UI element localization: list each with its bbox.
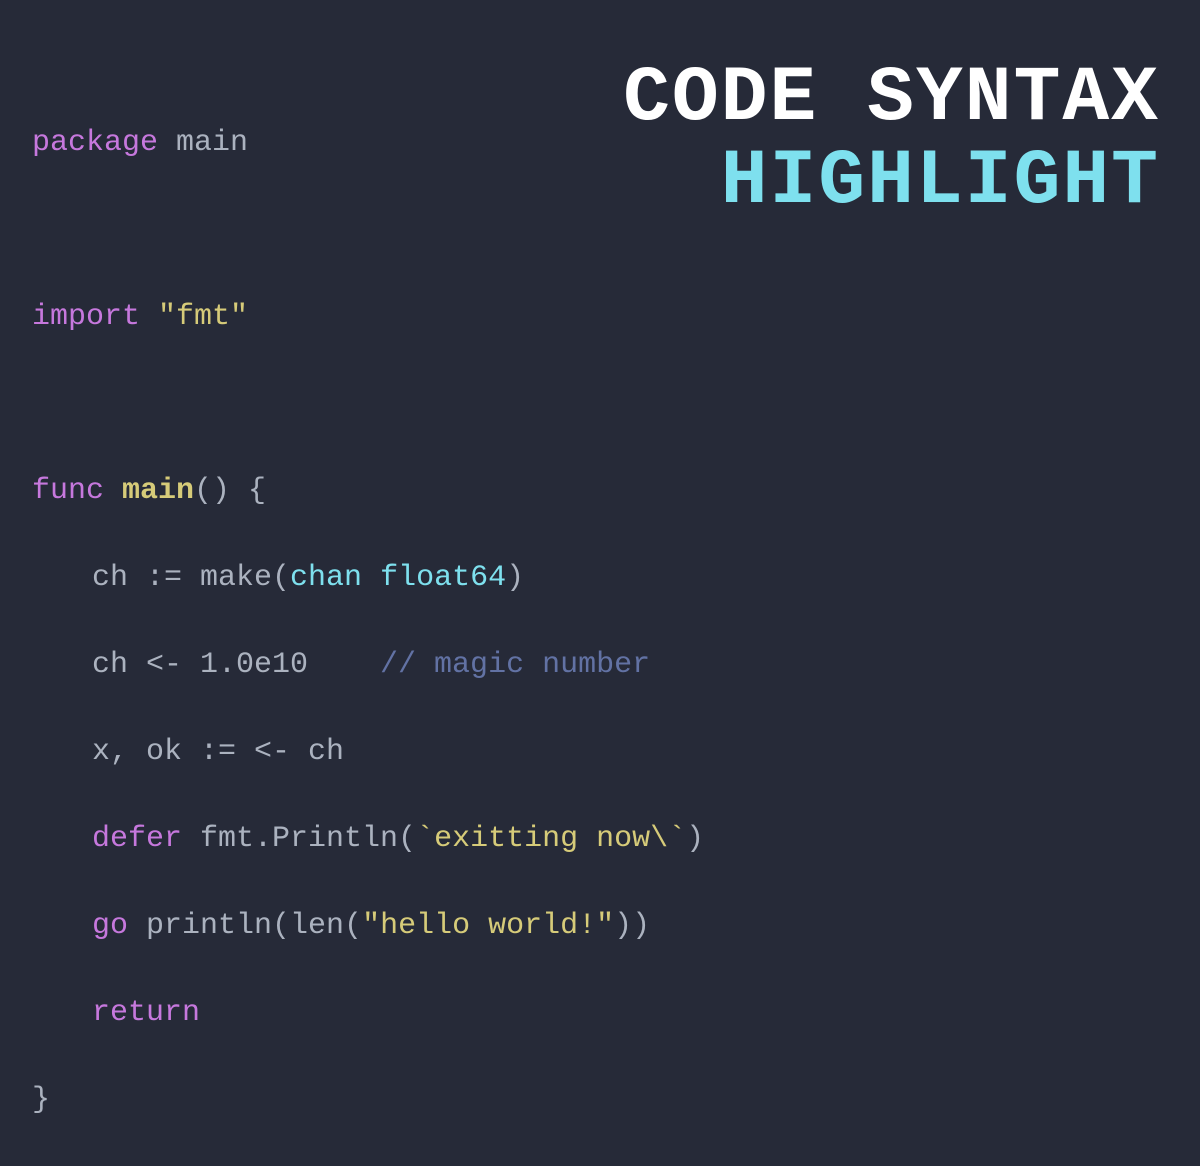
keyword-defer: defer — [92, 822, 182, 856]
code-line-3: func main() { — [32, 470, 704, 514]
code-text: ch <- 1.0e10 — [92, 648, 380, 682]
close-paren: ) — [506, 561, 524, 595]
identifier-main: main — [176, 126, 248, 160]
close-brace: } — [32, 1083, 50, 1117]
space — [158, 126, 176, 160]
keyword-import: import — [32, 300, 140, 334]
string-fmt: "fmt" — [158, 300, 248, 334]
keyword-return: return — [92, 996, 200, 1030]
code-text: ch := make( — [92, 561, 290, 595]
func-signature: () { — [194, 474, 266, 508]
code-line-1: package main — [32, 122, 704, 166]
code-line-4: ch := make(chan float64) — [32, 557, 704, 601]
code-line-2: import "fmt" — [32, 296, 704, 340]
string-exitting: `exitting now\` — [416, 822, 686, 856]
close-paren: ) — [686, 822, 704, 856]
code-blank-line — [32, 383, 704, 427]
space — [104, 474, 122, 508]
code-text: println(len( — [128, 909, 362, 943]
code-line-9: return — [32, 992, 704, 1036]
space — [362, 561, 380, 595]
code-text: x, ok := <- ch — [92, 735, 344, 769]
code-line-6: x, ok := <- ch — [32, 731, 704, 775]
code-line-10: } — [32, 1079, 704, 1123]
keyword-chan: chan — [290, 561, 362, 595]
keyword-go: go — [92, 909, 128, 943]
code-snippet: package main import "fmt" func main() { … — [32, 78, 704, 1166]
code-line-8: go println(len("hello world!")) — [32, 905, 704, 949]
keyword-func: func — [32, 474, 104, 508]
string-hello-world: "hello world!" — [362, 909, 614, 943]
keyword-package: package — [32, 126, 158, 160]
space — [140, 300, 158, 334]
code-line-7: defer fmt.Println(`exitting now\`) — [32, 818, 704, 862]
code-text: fmt.Println( — [182, 822, 416, 856]
code-blank-line — [32, 209, 704, 253]
comment-magic-number: // magic number — [380, 648, 650, 682]
code-line-5: ch <- 1.0e10 // magic number — [32, 644, 704, 688]
type-float64: float64 — [380, 561, 506, 595]
function-name-main: main — [122, 474, 194, 508]
close-paren: )) — [614, 909, 650, 943]
